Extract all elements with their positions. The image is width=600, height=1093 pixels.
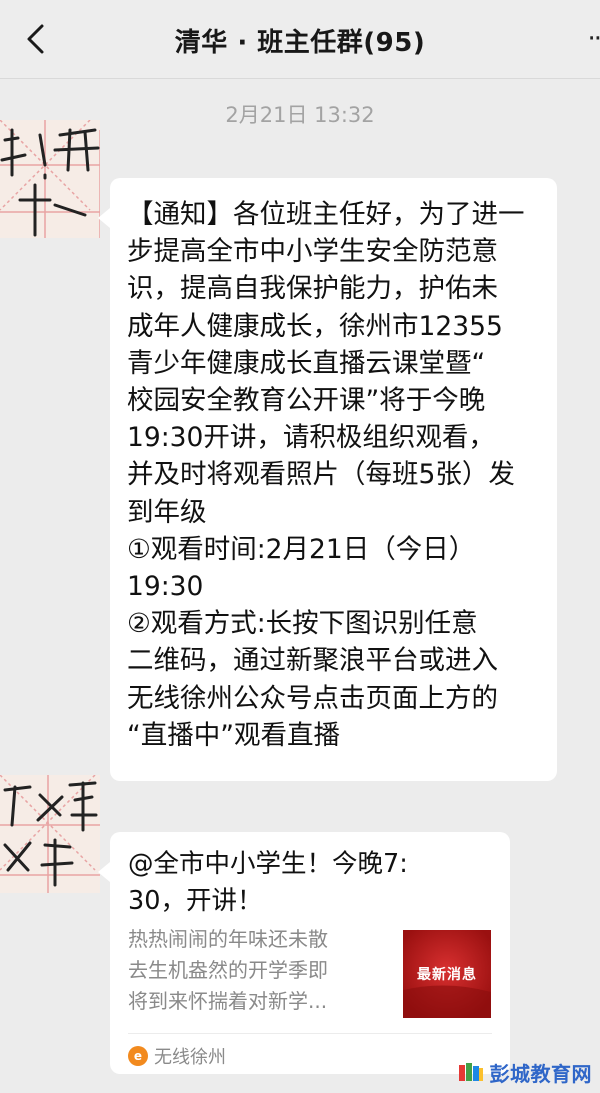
- more-options-icon[interactable]: ··: [587, 24, 600, 54]
- message-line: 校园安全教育公开课”将于今晚: [127, 385, 486, 417]
- calligraphy-avatar-icon: [0, 120, 100, 238]
- site-watermark: 彭城教育网: [458, 1059, 593, 1086]
- article-title-line: 30，开讲！: [128, 886, 263, 916]
- article-source: e 无线徐州: [128, 1042, 226, 1070]
- source-logo-icon: e: [128, 1046, 148, 1066]
- thumbnail-text: 最新消息: [417, 967, 477, 983]
- article-title-line: @全市中小学生！今晚7:: [128, 849, 408, 879]
- article-desc-line: 将到来怀揣着对新学...: [128, 989, 328, 1013]
- group-title: 清华 · 班主任群(95): [174, 28, 426, 58]
- calligraphy-avatar-icon: [0, 775, 100, 893]
- message-line: 19:30: [127, 571, 204, 603]
- message-line: “直播中”观看直播: [127, 719, 340, 751]
- sender-avatar[interactable]: [0, 775, 100, 893]
- message-line: ①观看时间:2月21日（今日）: [127, 533, 476, 565]
- message-line: 19:30开讲，请积极组织观看，: [127, 422, 495, 454]
- article-thumbnail: 最新消息: [403, 930, 491, 1018]
- article-desc-line: 去生机盎然的开学季即: [128, 958, 328, 982]
- notice-message-bubble[interactable]: 【通知】各位班主任好，为了进一 步提高全市中小学生安全防范意 识，提高自我保护能…: [98, 178, 557, 781]
- article-title: @全市中小学生！今晚7: 30，开讲！: [128, 846, 500, 920]
- sender-avatar[interactable]: [0, 120, 100, 238]
- message-line: 【通知】各位班主任好，为了进一: [127, 199, 525, 230]
- message-line: 并及时将观看照片（每班5张）发: [127, 459, 515, 491]
- article-description: 热热闹闹的年味还未散 去生机盎然的开学季即 将到来怀揣着对新学...: [128, 924, 373, 1017]
- watermark-text: 彭城教育网: [489, 1061, 592, 1086]
- message-line: 二维码，通过新聚浪平台或进入: [127, 645, 498, 677]
- message-line: 到年级: [127, 496, 207, 528]
- article-desc-line: 热热闹闹的年味还未散: [128, 927, 328, 951]
- source-name: 无线徐州: [154, 1047, 226, 1068]
- card-divider: [128, 1033, 492, 1034]
- message-line: 无线徐州公众号点击页面上方的: [127, 682, 498, 714]
- message-line: 识，提高自我保护能力，护佑未: [127, 273, 498, 305]
- message-line: 步提高全市中小学生安全防范意: [127, 236, 498, 268]
- message-line: ②观看方式:长按下图识别任意: [127, 608, 478, 640]
- chat-header: 清华 · 班主任群(95) ··: [0, 0, 600, 79]
- message-line: 青少年健康成长直播云课堂暨“: [127, 347, 486, 379]
- shared-article-card[interactable]: @全市中小学生！今晚7: 30，开讲！ 热热闹闹的年味还未散 去生机盎然的开学季…: [98, 832, 510, 1074]
- books-logo-icon: [458, 1063, 483, 1081]
- message-line: 成年人健康成长，徐州市12355: [127, 310, 503, 342]
